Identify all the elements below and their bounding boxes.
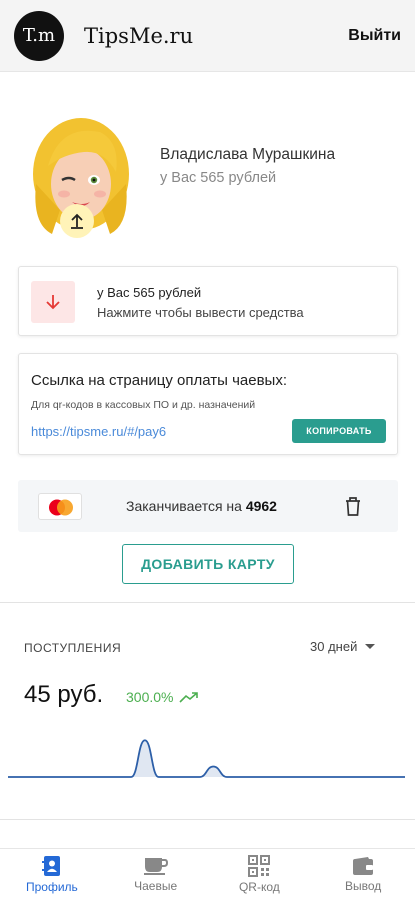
income-amount: 45 руб. [24,681,104,708]
card-expiry-prefix: Заканчивается на [126,498,242,514]
card-expiry-text: Заканчивается на 4962 [126,498,277,514]
wallet-icon [353,857,374,875]
trash-icon [346,497,360,516]
period-select[interactable]: 30 дней [310,639,376,654]
growth-value: 300.0% [126,689,174,705]
nav-tips[interactable]: Чаевые [104,849,208,900]
user-name: Владислава Мурашкина [160,146,336,163]
nav-profile[interactable]: Профиль [0,849,104,900]
delete-card-button[interactable] [342,494,364,518]
growth-indicator: 300.0% [126,689,199,705]
qr-code-icon [248,855,271,877]
chart-series-line [8,739,405,778]
logout-button[interactable]: Выйти [348,27,401,45]
withdraw-icon-box [31,281,75,323]
cup-icon [143,858,168,875]
add-card-button[interactable]: ДОБАВИТЬ КАРТУ [122,544,294,584]
payment-link-title: Ссылка на страницу оплаты чаевых: [31,372,288,389]
app-header: T.m TipsMe.ru Выйти [0,0,415,72]
nav-withdraw-label: Вывод [344,879,382,893]
nav-withdraw[interactable]: Вывод [311,849,415,900]
copy-link-button[interactable]: КОПИРОВАТЬ [292,419,386,443]
income-stats: ПОСТУПЛЕНИЯ 30 дней 45 руб. 300.0% [0,602,415,820]
nav-tips-label: Чаевые [134,879,178,893]
period-value: 30 дней [310,639,358,654]
profile-icon [41,856,60,876]
income-chart [7,739,406,778]
nav-profile-label: Профиль [25,880,78,894]
card-last4: 4962 [245,498,277,514]
user-balance: у Вас 565 рублей [160,170,277,186]
withdraw-title: у Вас 565 рублей [97,285,202,300]
logo[interactable]: T.m [14,10,64,61]
withdraw-subtitle: Нажмите чтобы вывести средства [97,305,304,320]
bottom-nav: Профиль Чаевые QR-код Вывод [0,848,415,900]
profile-section: Владислава Мурашкина у Вас 565 рублей [0,100,415,250]
payment-link-subtitle: Для qr-кодов в кассовых ПО и др. назначе… [31,399,256,411]
caret-down-icon [365,644,376,649]
mastercard-icon [38,493,82,520]
payment-link-url[interactable]: https://tipsme.ru/#/pay6 [31,424,166,439]
logo-text: T.m [22,25,56,46]
payment-link-card: Ссылка на страницу оплаты чаевых: Для qr… [18,353,398,455]
trending-up-icon [179,692,199,703]
nav-qr[interactable]: QR-код [208,849,312,900]
brand-name: TipsMe.ru [84,23,194,48]
stats-title: ПОСТУПЛЕНИЯ [24,641,122,655]
upload-avatar-button[interactable] [60,204,94,238]
upload-icon [71,213,83,229]
nav-qr-label: QR-код [238,880,280,894]
withdraw-card[interactable]: у Вас 565 рублей Нажмите чтобы вывести с… [18,266,398,336]
arrow-down-icon [46,295,60,310]
bank-card-row: Заканчивается на 4962 [18,480,398,532]
